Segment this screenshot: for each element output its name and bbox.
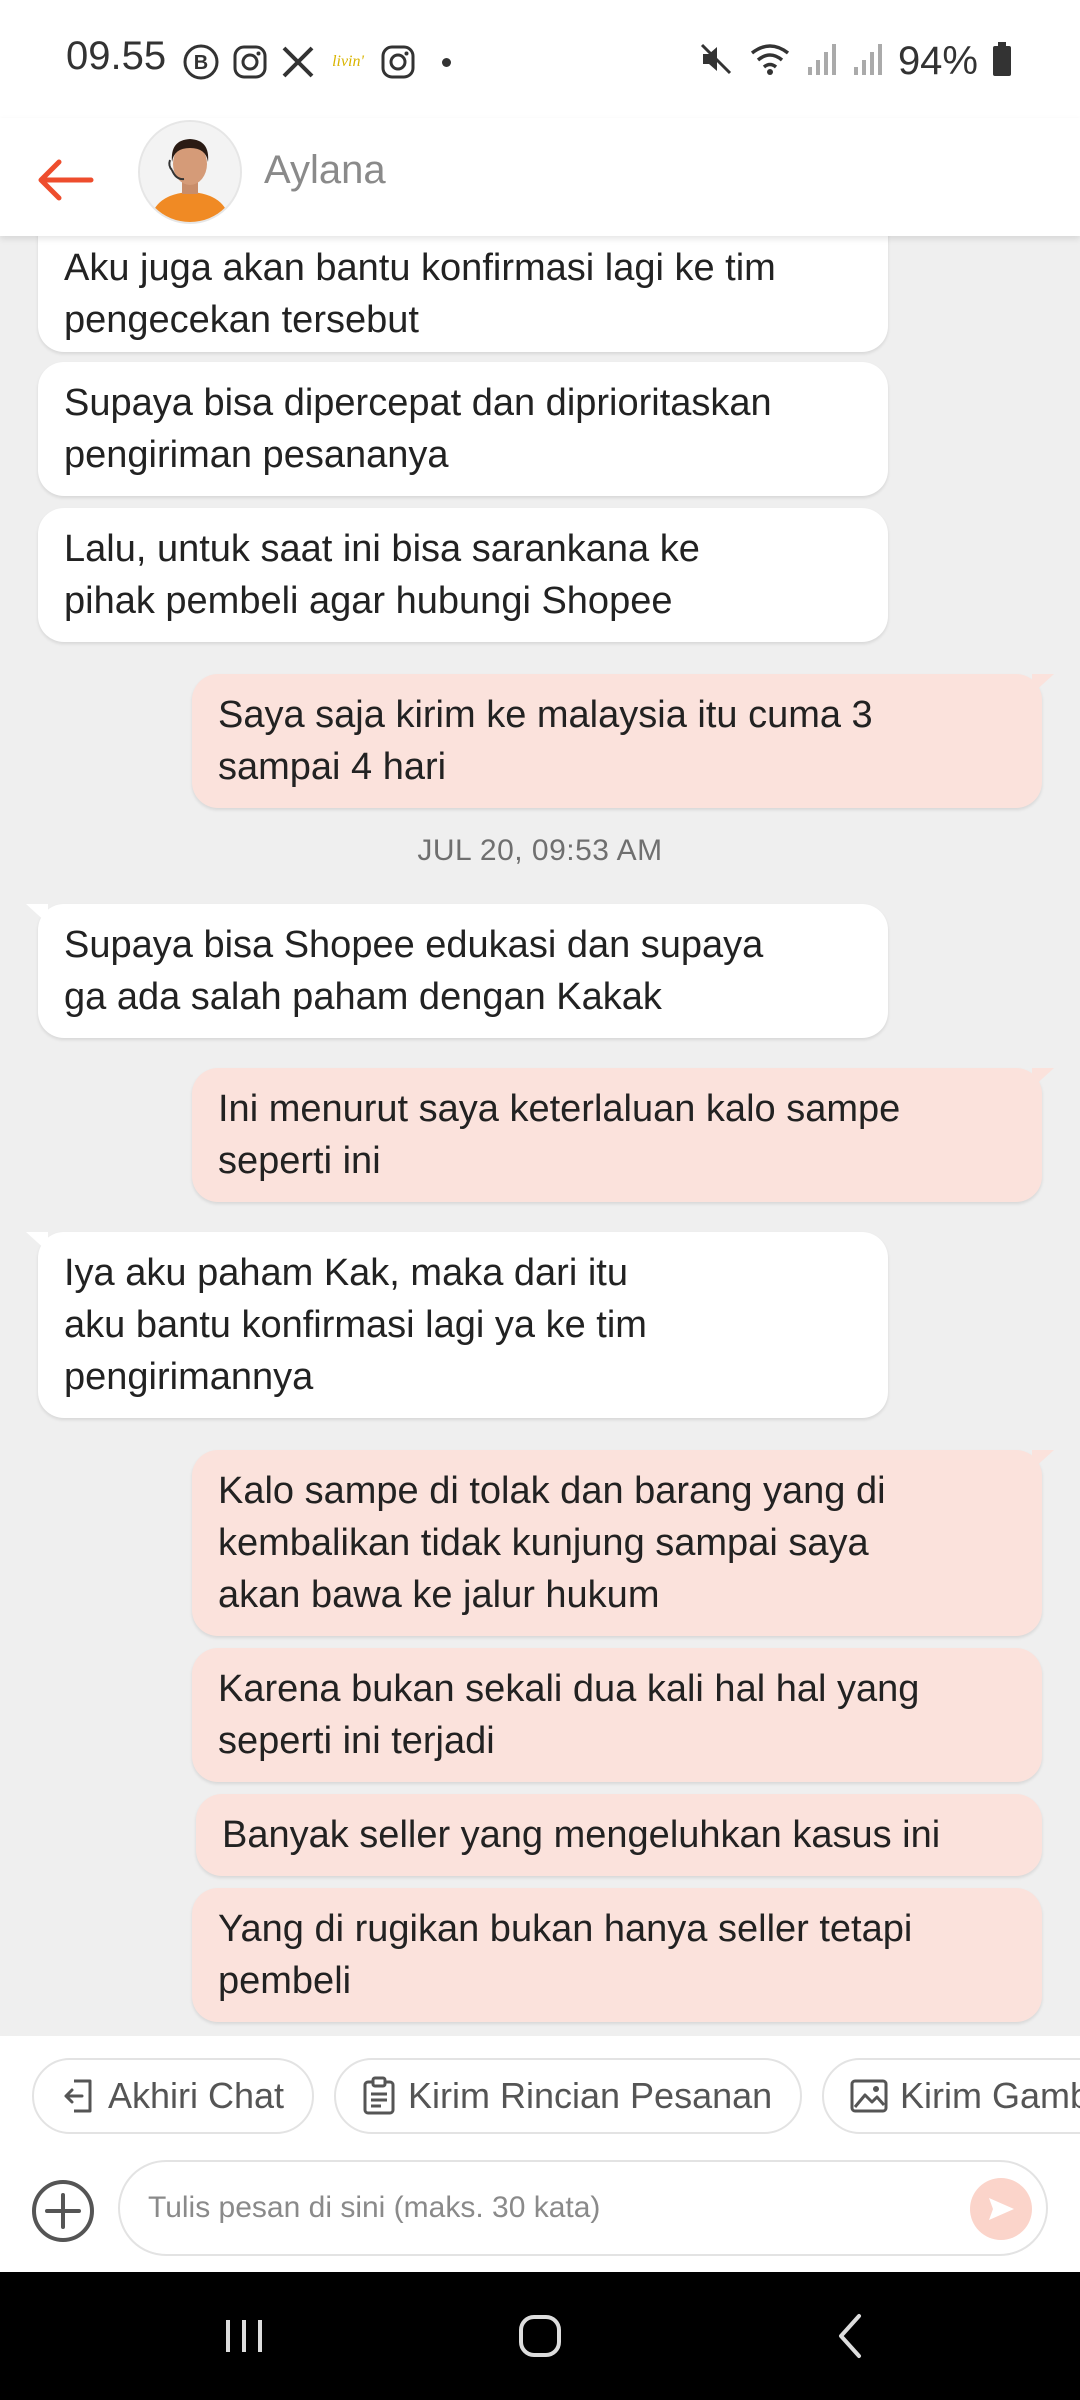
message-input[interactable] [148,2180,968,2236]
message-outgoing[interactable]: Saya saja kirim ke malaysia itu cuma 3 s… [192,674,1054,808]
home-icon [519,2315,561,2357]
message-line: Yang di rugikan bukan hanya seller tetap… [218,1908,913,1950]
system-navigation-bar [0,2272,1080,2400]
message-line: aku bantu konfirmasi lagi ya ke tim [64,1304,647,1346]
signal-icon [852,41,884,82]
message-line: Kalo sampe di tolak dan barang yang di [218,1470,886,1512]
message-composer [0,2156,1080,2272]
send-icon [989,2198,1014,2220]
message-line: Ini menurut saya keterlaluan kalo sampe [218,1088,901,1130]
message-line: pihak pembeli agar hubungi Shopee [64,580,673,622]
add-attachment-button[interactable] [30,2178,96,2244]
mute-icon [698,41,734,82]
message-line: Saya saja kirim ke malaysia itu cuma 3 [218,694,873,736]
plus-circle-icon [32,2180,94,2242]
message-line: Supaya bisa dipercepat dan diprioritaska… [64,382,772,424]
status-bar: 09.55 B livin' 94% [0,0,1080,118]
back-nav-icon [839,2314,861,2358]
message-outgoing[interactable]: Yang di rugikan bukan hanya seller tetap… [192,1888,1042,2022]
send-order-details-button[interactable]: Kirim Rincian Pesanan [334,2058,803,2134]
back-button[interactable] [30,138,100,222]
message-outgoing[interactable]: Ini menurut saya keterlaluan kalo sampe … [192,1068,1054,1202]
chip-label: Kirim Gambar [900,2075,1080,2116]
svg-text:livin': livin' [332,53,364,70]
message-line: Supaya bisa Shopee edukasi dan supaya [64,924,764,966]
message-input-wrapper [118,2160,1048,2256]
message-line: seperti ini [218,1140,381,1182]
clipboard-icon [363,2076,395,2115]
message-line: pengecekan tersebut [64,299,419,341]
status-app-icons: B livin' [182,40,451,84]
message-line: Lalu, untuk saat ini bisa sarankana ke [64,528,700,570]
message-timestamp: JUL 20, 09:53 AM [417,834,663,867]
message-line: pengiriman pesananya [64,434,449,476]
message-line: akan bawa ke jalur hukum [218,1574,660,1616]
back-nav-button[interactable] [820,2306,880,2366]
back-arrow-icon [38,159,94,201]
battery-icon [992,41,1012,82]
send-button[interactable] [970,2178,1032,2240]
notification-dot [442,57,451,67]
message-list[interactable]: Aku juga akan bantu konfirmasi lagi ke t… [0,236,1080,2036]
livin-icon: livin' [328,48,368,76]
battery-percentage: 94% [897,38,978,83]
home-button[interactable] [510,2306,570,2366]
image-icon [850,2079,888,2113]
status-system-icons: 94% [698,34,1012,88]
signal-icon [806,41,838,82]
message-incoming[interactable]: Lalu, untuk saat ini bisa sarankana ke p… [38,508,888,642]
instagram-icon [232,44,268,80]
svg-text:B: B [194,52,208,74]
end-chat-button[interactable]: Akhiri Chat [32,2058,315,2134]
b-badge-icon: B [182,43,220,81]
message-outgoing[interactable]: Banyak seller yang mengeluhkan kasus ini [196,1794,1042,1876]
message-line: Aku juga akan bantu konfirmasi lagi ke t… [64,247,776,289]
message-incoming[interactable]: Iya aku paham Kak, maka dari itu aku ban… [26,1232,888,1418]
chat-header: Aylana [0,118,1080,236]
instagram-icon [380,44,416,80]
wifi-icon [748,41,792,82]
avatar[interactable] [138,120,242,224]
message-line: Karena bukan sekali dua kali hal hal yan… [218,1668,920,1710]
message-incoming[interactable]: Aku juga akan bantu konfirmasi lagi ke t… [38,236,888,352]
recent-apps-icon [226,2320,262,2352]
status-time: 09.55 [66,34,167,78]
send-image-button[interactable]: Kirim Gambar [822,2058,1080,2134]
message-incoming[interactable]: Supaya bisa dipercepat dan diprioritaska… [38,362,888,496]
message-line: Iya aku paham Kak, maka dari itu [64,1252,628,1294]
chip-label: Akhiri Chat [108,2075,285,2116]
message-outgoing[interactable]: Karena bukan sekali dua kali hal hal yan… [192,1648,1042,1782]
quick-actions-bar[interactable]: Akhiri Chat Kirim Rincian Pesanan Kirim … [0,2036,1080,2156]
message-line: ga ada salah paham dengan Kakak [64,976,662,1018]
message-line: pembeli [218,1960,352,2002]
message-incoming[interactable]: Supaya bisa Shopee edukasi dan supaya ga… [26,904,888,1038]
contact-name: Aylana [264,148,386,192]
x-icon [280,44,316,80]
chip-label: Kirim Rincian Pesanan [408,2075,773,2116]
message-outgoing[interactable]: Kalo sampe di tolak dan barang yang di k… [192,1450,1054,1636]
message-line: seperti ini terjadi [218,1720,495,1762]
message-line: pengirimannya [64,1356,314,1398]
message-line: Banyak seller yang mengeluhkan kasus ini [222,1814,941,1856]
message-line: sampai 4 hari [218,746,447,788]
recent-apps-button[interactable] [214,2306,274,2366]
exit-chat-icon [64,2079,92,2113]
agent-avatar-icon [140,122,240,222]
message-line: kembalikan tidak kunjung sampai saya [218,1522,869,1564]
